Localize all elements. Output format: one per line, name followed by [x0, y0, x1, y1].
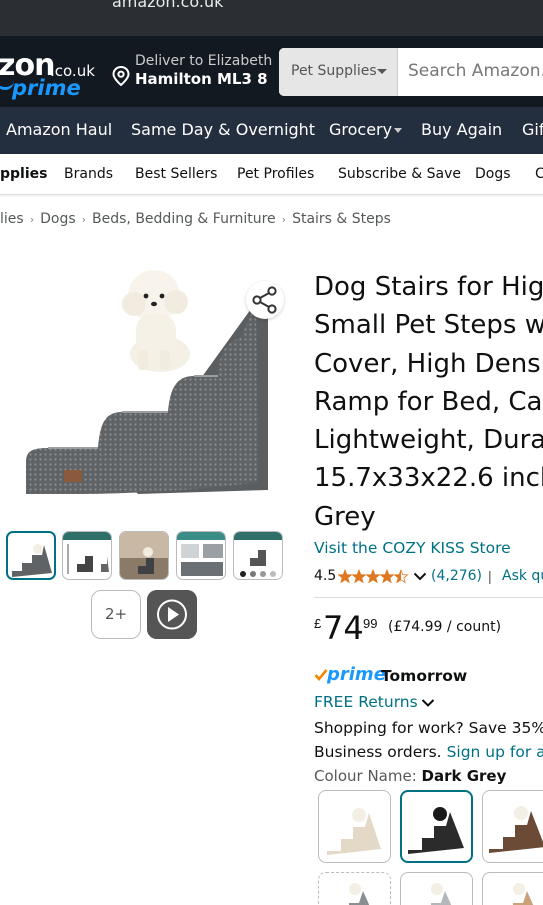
- search-input[interactable]: Search Amazon.c: [408, 61, 543, 81]
- dropdown-caret-icon: [377, 69, 387, 74]
- breadcrumb-separator-icon: ›: [281, 213, 287, 226]
- deliver-label: Deliver to Elizabeth: [135, 53, 273, 69]
- subnav-item-best-sellers[interactable]: Best Sellers: [135, 166, 217, 182]
- product-title-line: Ramp for Bed, Car: [314, 386, 543, 417]
- colour-swatch-beige[interactable]: [318, 790, 391, 863]
- breadcrumb: lies › Dogs › Beds, Bedding & Furniture › Stai…: [0, 210, 391, 230]
- breadcrumb-separator-icon: ›: [29, 213, 35, 226]
- delivery-day: Tomorrow: [381, 667, 468, 685]
- thumbnail-features[interactable]: [176, 531, 226, 580]
- amazon-logo[interactable]: zon .co.uk prime: [0, 48, 100, 100]
- product-title-line: Lightweight, Dura: [314, 425, 543, 456]
- breadcrumb-item[interactable]: Dogs: [40, 211, 76, 227]
- main-nav: Amazon Haul Same Day & Overnight Grocery…: [0, 107, 543, 154]
- swatch-image: [408, 807, 464, 854]
- breadcrumb-item[interactable]: Beds, Bedding & Furniture: [92, 211, 276, 227]
- colour-label: Colour Name:: [314, 767, 417, 785]
- chevron-down-icon[interactable]: [421, 698, 435, 708]
- deliver-location: Hamilton ML3 8: [135, 70, 268, 88]
- search-bar: Pet Supplies Search Amazon.c: [279, 48, 543, 96]
- business-promo-text: Shopping for work? Save 35%: [314, 719, 543, 737]
- business-signup-link[interactable]: Sign up for a f: [447, 743, 543, 761]
- prime-badge: prime: [327, 664, 386, 685]
- product-title-line: Cover, High Densi: [314, 348, 543, 379]
- chevron-down-icon[interactable]: [413, 572, 427, 581]
- subnav-item-more[interactable]: C: [535, 166, 543, 182]
- swatch-image: [489, 806, 543, 853]
- share-icon: [252, 286, 277, 314]
- share-button[interactable]: [246, 281, 284, 319]
- thumbnail-lifestyle-image: [120, 532, 168, 579]
- grocery-caret-icon: [394, 128, 402, 133]
- subnav-item-pet-profiles[interactable]: Pet Profiles: [237, 166, 314, 182]
- nav-item-same-day[interactable]: Same Day & Overnight: [131, 120, 315, 139]
- breadcrumb-item[interactable]: lies: [0, 211, 24, 227]
- page: amazon.co.uk zon .co.uk prime Deliver to…: [0, 0, 543, 905]
- thumbnail-dimensions[interactable]: [62, 531, 112, 580]
- prime-check-icon: [314, 669, 328, 682]
- ask-question-link[interactable]: Ask qu: [502, 568, 543, 584]
- price-whole: 74: [323, 609, 364, 647]
- product-title-line: Dog Stairs for Hig: [314, 272, 543, 302]
- business-promo-text: Business orders.: [314, 743, 442, 761]
- swatch-image: [431, 883, 452, 905]
- price-fraction: 99: [363, 616, 378, 631]
- free-returns-link[interactable]: FREE Returns: [314, 693, 418, 711]
- play-icon: [147, 590, 197, 639]
- browser-url[interactable]: amazon.co.uk: [112, 0, 223, 11]
- price-per-unit: (£74.99 / count): [388, 619, 502, 635]
- thumbnail-variants[interactable]: [233, 531, 283, 580]
- thumbnail-variants-image: [234, 532, 282, 577]
- section-divider: [314, 597, 543, 598]
- nav-item-buy-again[interactable]: Buy Again: [421, 120, 502, 139]
- business-promo: Business orders. Sign up for a f: [314, 743, 543, 761]
- price-currency: £: [314, 616, 322, 631]
- breadcrumb-separator-icon: ›: [81, 213, 87, 226]
- nav-item-gift[interactable]: Gif: [522, 120, 543, 139]
- colour-selector-label: Colour Name: Dark Grey: [314, 767, 506, 785]
- rating-separator: |: [488, 568, 492, 584]
- browser-address-bar[interactable]: amazon.co.uk: [0, 0, 543, 36]
- colour-swatch-dark-grey[interactable]: [400, 790, 473, 863]
- video-thumbnail[interactable]: [147, 590, 197, 639]
- breadcrumb-item[interactable]: Stairs & Steps: [292, 211, 391, 227]
- rating-count-link[interactable]: (4,276): [431, 568, 482, 584]
- search-department-label: Pet Supplies: [291, 63, 377, 79]
- search-department-select[interactable]: Pet Supplies: [279, 48, 398, 96]
- nav-item-amazon-haul[interactable]: Amazon Haul: [6, 120, 112, 139]
- subnav-item-dogs[interactable]: Dogs: [475, 166, 511, 182]
- logo-prime: prime: [12, 76, 81, 100]
- swatch-image: [349, 883, 370, 905]
- colour-value: Dark Grey: [421, 767, 507, 785]
- thumbnail-stairs-image: [12, 544, 52, 577]
- product-main-image[interactable]: [18, 262, 272, 502]
- colour-swatch-tan[interactable]: [482, 872, 543, 905]
- thumbnail-lifestyle[interactable]: [119, 531, 169, 580]
- star-rating-icon[interactable]: [338, 567, 410, 585]
- swatch-image: [513, 883, 534, 905]
- category-subnav: pplies Brands Best Sellers Pet Profiles …: [0, 154, 543, 195]
- colour-swatch-brown[interactable]: [482, 790, 543, 863]
- thumbnail-features-image: [177, 532, 225, 576]
- amazon-header: zon .co.uk prime Deliver to Elizabeth Ha…: [0, 36, 543, 107]
- colour-swatch-grey-unavailable[interactable]: [318, 872, 391, 905]
- product-title-line: Grey: [314, 501, 376, 532]
- swatch-image: [327, 808, 381, 855]
- subnav-item-subscribe-save[interactable]: Subscribe & Save: [338, 166, 461, 182]
- product-title: Dog Stairs for Hig Small Pet Steps w Cov…: [314, 268, 543, 536]
- nav-item-grocery[interactable]: Grocery: [329, 120, 392, 139]
- colour-swatch-light-grey[interactable]: [400, 872, 473, 905]
- subnav-item-brands[interactable]: Brands: [64, 166, 113, 182]
- thumbnail-main[interactable]: [6, 531, 56, 580]
- subnav-item-pet-supplies[interactable]: pplies: [0, 166, 47, 182]
- more-images-button[interactable]: 2+: [91, 590, 141, 639]
- rating-value: 4.5: [314, 568, 337, 584]
- store-link[interactable]: Visit the COZY KISS Store: [314, 539, 511, 557]
- product-title-line: Small Pet Steps w: [314, 310, 543, 341]
- product-title-line: 15.7x33x22.6 inch: [314, 463, 543, 494]
- location-pin-icon: [112, 66, 130, 86]
- thumbnail-dimensions-image: [63, 532, 111, 574]
